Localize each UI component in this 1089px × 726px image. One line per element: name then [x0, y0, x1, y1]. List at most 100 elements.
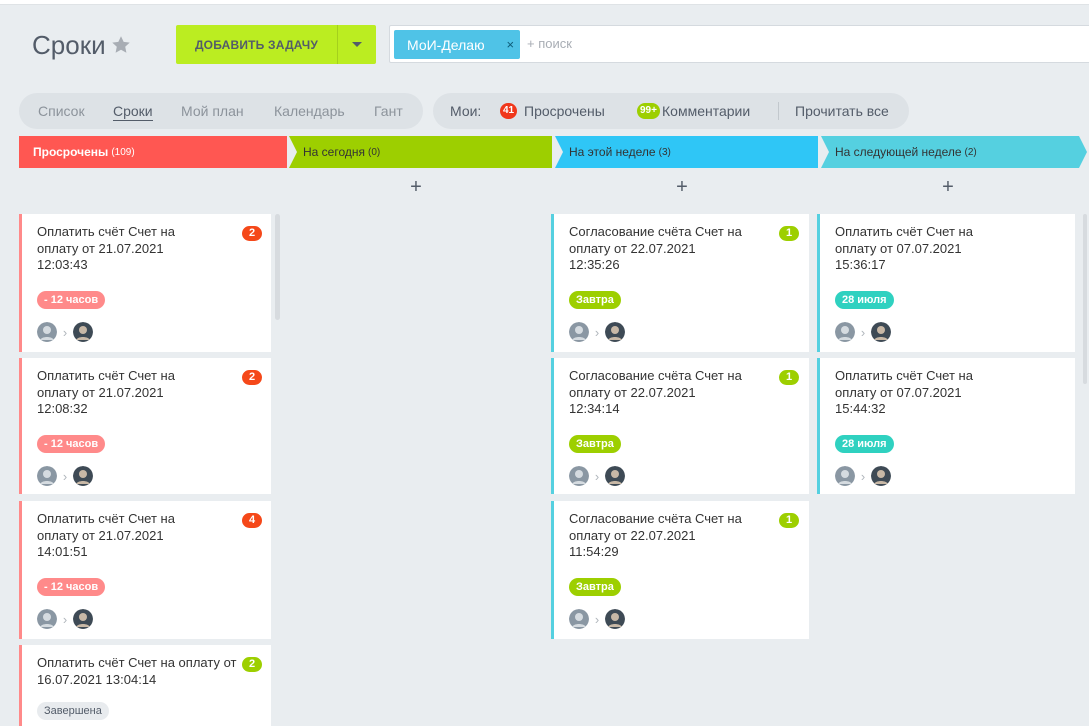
- task-card[interactable]: Согласование счёта Счет на оплату от 22.…: [551, 358, 809, 494]
- my-separator: [778, 102, 779, 120]
- add-task-today-button[interactable]: +: [406, 176, 426, 199]
- column-header-next-week[interactable]: На следующей неделе (2): [835, 136, 1075, 168]
- avatar[interactable]: [73, 466, 93, 486]
- comment-counter: 1: [779, 226, 799, 241]
- filter-chip[interactable]: МоИ-Делаю ×: [394, 30, 520, 59]
- chevron-right-icon: ›: [594, 324, 600, 340]
- overdue-counter[interactable]: 41: [500, 103, 518, 119]
- deadline-badge[interactable]: - 12 часов: [37, 578, 106, 596]
- avatar[interactable]: [871, 466, 891, 486]
- deadline-badge[interactable]: Завтра: [569, 291, 621, 309]
- task-participants: ›: [569, 609, 625, 629]
- task-card[interactable]: Оплатить счёт Счет на оплату от 07.07.20…: [817, 214, 1075, 352]
- add-task-button[interactable]: ДОБАВИТЬ ЗАДАЧУ: [176, 25, 376, 64]
- task-participants: ›: [569, 322, 625, 342]
- comment-counter: 2: [242, 657, 262, 672]
- avatar[interactable]: [569, 322, 589, 342]
- avatar[interactable]: [73, 322, 93, 342]
- avatar[interactable]: [73, 609, 93, 629]
- avatar[interactable]: [569, 466, 589, 486]
- avatar[interactable]: [871, 322, 891, 342]
- column-header-today[interactable]: На сегодня (0): [303, 136, 543, 168]
- column-title: На сегодня: [303, 145, 365, 159]
- close-icon[interactable]: ×: [501, 37, 520, 52]
- avatar[interactable]: [605, 322, 625, 342]
- avatar[interactable]: [605, 609, 625, 629]
- avatar[interactable]: [605, 466, 625, 486]
- task-card[interactable]: Согласование счёта Счет на оплату от 22.…: [551, 501, 809, 639]
- chevron-down-icon: [352, 42, 362, 47]
- avatar[interactable]: [835, 466, 855, 486]
- column-header-week[interactable]: На этой неделе (3): [569, 136, 809, 168]
- page-title: Сроки: [32, 30, 106, 60]
- column-count: (109): [111, 146, 135, 158]
- avatar[interactable]: [569, 609, 589, 629]
- task-title[interactable]: Оплатить счёт Счет на оплату от 07.07.20…: [835, 224, 1010, 274]
- avatar[interactable]: [835, 322, 855, 342]
- task-title[interactable]: Оплатить счёт Счет на оплату от 21.07.20…: [37, 368, 207, 418]
- deadline-badge[interactable]: Завтра: [569, 578, 621, 596]
- task-card[interactable]: Согласование счёта Счет на оплату от 22.…: [551, 214, 809, 352]
- task-title[interactable]: Согласование счёта Счет на оплату от 22.…: [569, 368, 744, 418]
- task-participants: ›: [37, 466, 93, 486]
- deadline-badge[interactable]: 28 июля: [835, 435, 894, 453]
- tab-calendar[interactable]: Календарь: [274, 103, 345, 119]
- task-card[interactable]: Оплатить счёт Счет на оплату от 16.07.20…: [19, 645, 271, 726]
- add-task-dropdown[interactable]: [338, 25, 376, 64]
- avatar[interactable]: [37, 466, 57, 486]
- task-title[interactable]: Согласование счёта Счет на оплату от 22.…: [569, 511, 744, 561]
- column-scrollbar[interactable]: [275, 214, 280, 320]
- chevron-right-icon: ›: [860, 324, 866, 340]
- task-title[interactable]: Оплатить счёт Счет на оплату от 16.07.20…: [37, 655, 242, 688]
- task-title[interactable]: Согласование счёта Счет на оплату от 22.…: [569, 224, 744, 274]
- chevron-right-icon: ›: [62, 611, 68, 627]
- comment-counter: 4: [242, 513, 262, 528]
- task-card[interactable]: Оплатить счёт Счет на оплату от 21.07.20…: [19, 214, 271, 352]
- add-task-label[interactable]: ДОБАВИТЬ ЗАДАЧУ: [176, 38, 337, 52]
- top-strip: [0, 0, 1089, 5]
- add-task-week-button[interactable]: +: [672, 176, 692, 199]
- task-participants: ›: [835, 466, 891, 486]
- avatar[interactable]: [37, 322, 57, 342]
- task-title[interactable]: Оплатить счёт Счет на оплату от 21.07.20…: [37, 511, 207, 561]
- filter-chip-label: МоИ-Делаю: [407, 36, 485, 53]
- tab-my-plan[interactable]: Мой план: [181, 103, 244, 119]
- column-count: (2): [964, 146, 977, 158]
- comments-counter[interactable]: 99+: [637, 103, 660, 119]
- avatar[interactable]: [37, 609, 57, 629]
- my-label: Мои:: [450, 103, 482, 119]
- task-card[interactable]: Оплатить счёт Счет на оплату от 21.07.20…: [19, 358, 271, 494]
- column-scrollbar[interactable]: [1083, 214, 1087, 384]
- comments-link[interactable]: Комментарии: [662, 103, 750, 119]
- chevron-right-icon: ›: [860, 468, 866, 484]
- my-counters: Мои: 41 Просрочены 99+ Комментарии Прочи…: [433, 93, 909, 129]
- comment-counter: 1: [779, 370, 799, 385]
- search-input[interactable]: + поиск: [527, 36, 572, 51]
- task-card[interactable]: Оплатить счёт Счет на оплату от 21.07.20…: [19, 501, 271, 639]
- add-task-next-week-button[interactable]: +: [938, 176, 958, 199]
- column-title: На этой неделе: [569, 145, 656, 159]
- read-all-link[interactable]: Прочитать все: [795, 103, 889, 119]
- deadline-badge[interactable]: Завтра: [569, 435, 621, 453]
- deadline-badge[interactable]: 28 июля: [835, 291, 894, 309]
- tab-gantt[interactable]: Гант: [374, 103, 403, 119]
- column-title: Просрочены: [33, 145, 109, 159]
- star-icon[interactable]: [110, 34, 132, 56]
- deadline-badge[interactable]: - 12 часов: [37, 291, 106, 309]
- comment-counter: 1: [779, 513, 799, 528]
- column-count: (0): [368, 146, 381, 158]
- task-title[interactable]: Оплатить счёт Счет на оплату от 07.07.20…: [835, 368, 1010, 418]
- task-title[interactable]: Оплатить счёт Счет на оплату от 21.07.20…: [37, 224, 207, 274]
- tab-deadlines[interactable]: Сроки: [113, 103, 153, 121]
- task-card[interactable]: Оплатить счёт Счет на оплату от 07.07.20…: [817, 358, 1075, 494]
- deadline-badge[interactable]: - 12 часов: [37, 435, 106, 453]
- task-participants: ›: [37, 609, 93, 629]
- chevron-right-icon: ›: [594, 611, 600, 627]
- task-participants: ›: [569, 466, 625, 486]
- column-header-overdue[interactable]: Просрочены (109): [33, 136, 273, 168]
- tab-list[interactable]: Список: [38, 103, 85, 119]
- comment-counter: 2: [242, 226, 262, 241]
- overdue-link[interactable]: Просрочены: [524, 103, 605, 119]
- search-box[interactable]: МоИ-Делаю × + поиск: [389, 25, 1089, 63]
- chevron-right-icon: ›: [62, 468, 68, 484]
